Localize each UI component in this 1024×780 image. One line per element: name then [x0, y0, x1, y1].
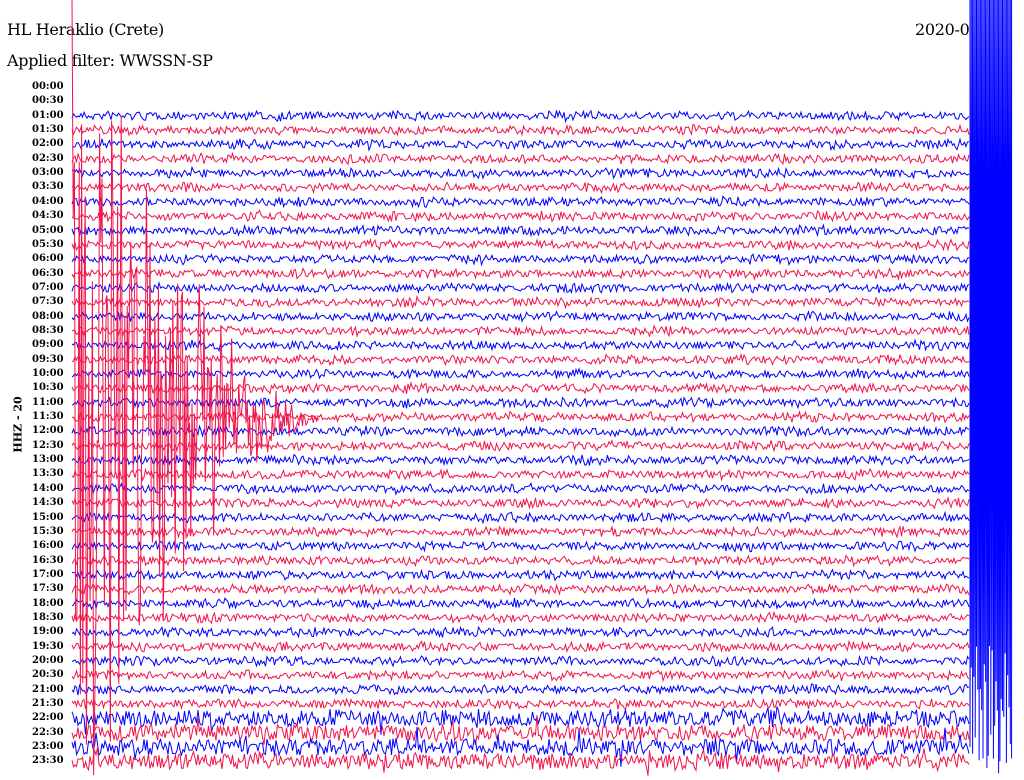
trace-row — [71, 267, 970, 281]
trace-row — [71, 597, 970, 611]
trace-row — [71, 294, 970, 310]
trace-row — [71, 467, 970, 482]
trace-row — [71, 697, 970, 711]
trace-row — [71, 639, 970, 653]
trace-row — [71, 654, 970, 669]
trace-row — [71, 668, 970, 683]
trace-row — [71, 137, 970, 152]
trace-row — [71, 380, 970, 395]
trace-row — [71, 109, 970, 124]
trace-row — [71, 367, 970, 381]
helicorder-plot — [71, 0, 1013, 776]
trace-row — [71, 209, 970, 223]
trace-row — [71, 151, 970, 166]
trace-row — [71, 610, 970, 625]
trace-row — [71, 310, 970, 323]
trace-row — [71, 237, 970, 252]
trace-row — [71, 223, 970, 238]
trace-row — [71, 123, 970, 137]
trace-row — [71, 181, 970, 195]
trace-row — [71, 324, 970, 338]
trace-row — [72, 165, 970, 180]
trace-row — [71, 281, 970, 295]
trace-row — [71, 352, 970, 367]
trace-row — [71, 510, 970, 525]
trace-row — [71, 195, 970, 209]
trace-row — [71, 625, 970, 639]
trace-row — [71, 338, 970, 353]
trace-row — [71, 252, 970, 267]
trace-row — [71, 582, 970, 596]
saturated-signal — [969, 0, 1013, 774]
trace-row — [71, 481, 970, 496]
trace-row — [71, 496, 970, 510]
trace-row — [71, 524, 970, 539]
trace-row — [71, 453, 970, 467]
trace-row — [71, 683, 970, 696]
trace-row — [71, 539, 970, 553]
trace-row — [71, 554, 970, 568]
trace-row — [71, 568, 970, 582]
